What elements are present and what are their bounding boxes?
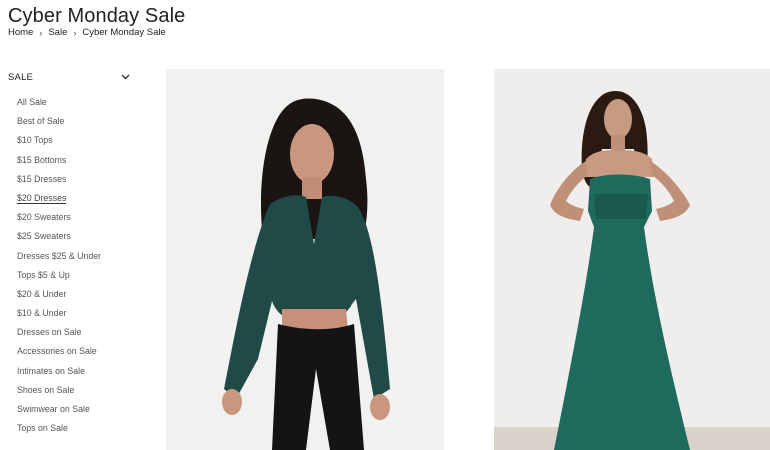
sidebar-item[interactable]: Tops $5 & Up — [17, 269, 130, 288]
sidebar-item-label: All Sale — [17, 97, 47, 107]
sidebar-item-label: Shoes on Sale — [17, 384, 75, 395]
sidebar-item[interactable]: $20 & Under — [17, 288, 130, 307]
sidebar-item-label: Best of Sale — [17, 116, 65, 127]
sidebar-item-label: Dresses $25 & Under — [17, 250, 102, 261]
chevron-right-icon: › — [73, 27, 77, 38]
sidebar-item[interactable]: Tops on Sale — [17, 422, 130, 441]
sidebar-item[interactable]: Best of Sale — [17, 115, 130, 134]
sidebar-item[interactable]: $15 Bottoms — [17, 154, 130, 173]
breadcrumb-sale-link[interactable]: Sale — [48, 27, 67, 38]
chevron-right-icon: › — [39, 27, 43, 38]
sidebar-item[interactable]: $10 Tops — [17, 134, 130, 153]
sidebar-heading: SALE — [8, 71, 34, 83]
sidebar-item-label: Dresses on Sale — [17, 327, 82, 338]
sidebar-item[interactable]: Accessories on Sale — [17, 345, 130, 364]
breadcrumb-current: Cyber Monday Sale — [82, 27, 166, 38]
sidebar-item[interactable]: Dresses $25 & Under — [17, 250, 130, 269]
sidebar-item-label: $15 Bottoms — [17, 154, 67, 165]
chevron-down-icon — [120, 72, 130, 82]
sidebar-item-label: Accessories on Sale — [17, 346, 97, 357]
product-image-green-maxi-dress — [494, 69, 770, 450]
breadcrumb: Home › Sale › Cyber Monday Sale — [8, 27, 166, 38]
product-card[interactable] — [494, 69, 770, 450]
page-title: Cyber Monday Sale — [8, 5, 186, 27]
sidebar-item-label: $25 Sweaters — [17, 231, 71, 242]
sidebar-item-label: Tops on Sale — [17, 423, 68, 434]
sidebar-item[interactable]: $15 Dresses — [17, 173, 130, 192]
sidebar: SALE All Sale Best of Sale $10 Tops $15 Bot… — [8, 70, 130, 441]
sidebar-item[interactable]: Dresses on Sale — [17, 326, 130, 345]
sidebar-item-label: $10 Tops — [17, 135, 53, 146]
sidebar-item[interactable]: $20 Sweaters — [17, 211, 130, 230]
sidebar-item[interactable]: All Sale — [17, 96, 130, 115]
sidebar-item-label: Swimwear on Sale — [17, 404, 90, 414]
sidebar-item[interactable]: $20 Dresses — [17, 192, 130, 211]
sidebar-item-label: $20 & Under — [17, 288, 67, 299]
sidebar-item[interactable]: Shoes on Sale — [17, 384, 130, 403]
sidebar-item[interactable]: $10 & Under — [17, 307, 130, 326]
sidebar-item[interactable]: Intimates on Sale — [17, 365, 130, 384]
sidebar-item[interactable]: Swimwear on Sale — [17, 403, 130, 422]
sidebar-item-label: Intimates on Sale — [17, 365, 85, 376]
sidebar-item-label: $15 Dresses — [17, 173, 67, 184]
sidebar-item-label: $20 Dresses — [17, 192, 67, 204]
sidebar-item-label: $10 & Under — [17, 308, 67, 319]
sidebar-item[interactable]: $25 Sweaters — [17, 230, 130, 249]
breadcrumb-home-link[interactable]: Home — [8, 27, 33, 38]
product-image-green-blouse — [166, 69, 444, 450]
product-card[interactable] — [166, 69, 444, 450]
sidebar-list: All Sale Best of Sale $10 Tops $15 Bottoms $… — [8, 96, 130, 441]
sidebar-sale-toggle[interactable]: SALE — [8, 70, 130, 84]
sidebar-item-label: Tops $5 & Up — [17, 269, 70, 280]
sidebar-item-label: $20 Sweaters — [17, 212, 71, 223]
